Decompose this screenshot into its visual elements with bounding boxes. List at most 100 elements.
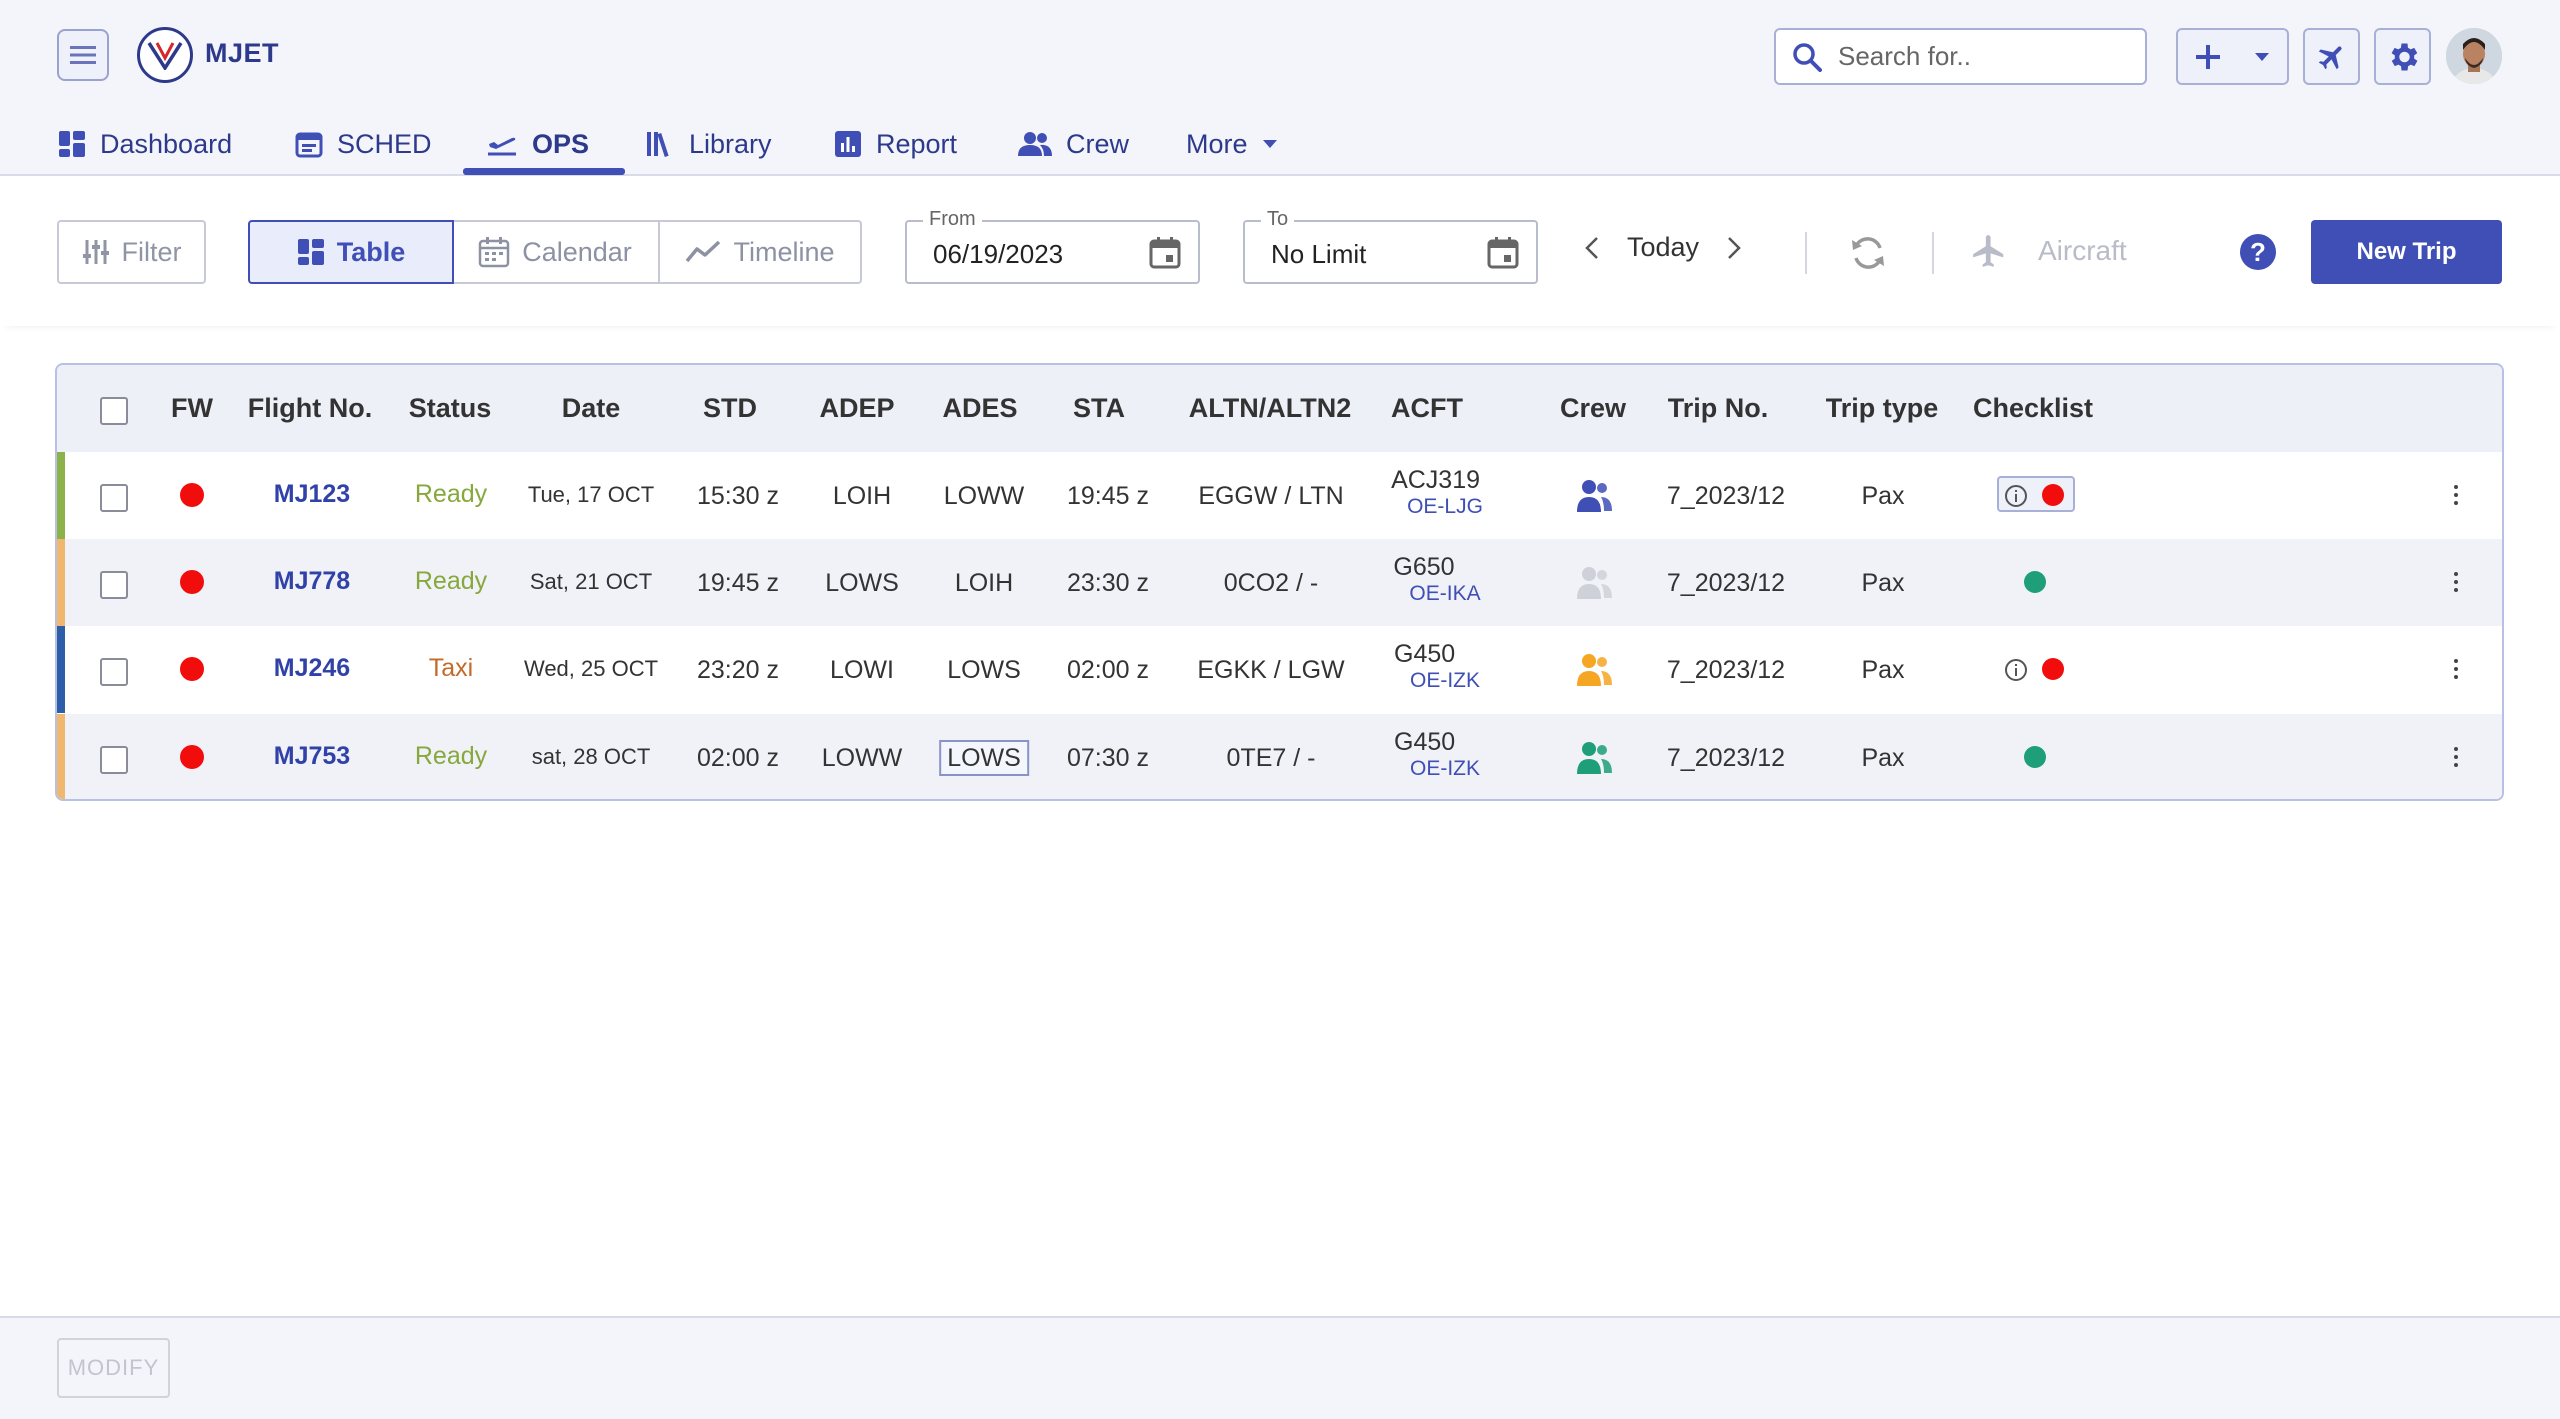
calendar-event-icon bbox=[1487, 237, 1519, 269]
flight-button[interactable] bbox=[2303, 28, 2360, 85]
flight-number-link[interactable]: MJ123 bbox=[274, 480, 350, 509]
view-calendar-button[interactable]: Calendar bbox=[452, 220, 660, 284]
trip-number[interactable]: 7_2023/12 bbox=[1667, 656, 1785, 685]
add-split-button[interactable] bbox=[2176, 28, 2289, 85]
table-row[interactable]: MJ246 Taxi Wed, 25 OCT 23:20 z LOWI LOWS… bbox=[57, 626, 2502, 713]
select-all-checkbox[interactable] bbox=[100, 397, 128, 425]
user-avatar[interactable] bbox=[2446, 28, 2502, 84]
col-trip-type[interactable]: Trip type bbox=[1826, 393, 1939, 424]
aircraft-button[interactable]: Aircraft bbox=[1970, 232, 2127, 270]
aircraft-registration[interactable]: OE-IZK bbox=[1410, 669, 1480, 693]
add-button[interactable] bbox=[2178, 43, 2237, 71]
col-ades[interactable]: ADES bbox=[942, 393, 1017, 424]
hamburger-icon bbox=[70, 46, 96, 64]
row-actions-icon[interactable] bbox=[2454, 747, 2458, 767]
toolbar-divider bbox=[1932, 232, 1934, 274]
new-trip-button[interactable]: New Trip bbox=[2311, 220, 2502, 284]
nav-more-label: More bbox=[1186, 128, 1248, 159]
table-row[interactable]: MJ123 Ready Tue, 17 OCT 15:30 z LOIH LOW… bbox=[57, 452, 2502, 539]
dashboard-icon bbox=[59, 131, 85, 157]
crew-icon[interactable] bbox=[1575, 740, 1613, 776]
checklist-alert-dot[interactable] bbox=[2042, 484, 2064, 506]
add-dropdown-button[interactable] bbox=[2237, 52, 2287, 62]
info-icon[interactable] bbox=[2004, 484, 2028, 508]
flight-number-link[interactable]: MJ246 bbox=[274, 654, 350, 683]
view-table-button[interactable]: Table bbox=[248, 220, 454, 284]
nav-library[interactable]: Library bbox=[645, 112, 772, 176]
table-row[interactable]: MJ753 Ready sat, 28 OCT 02:00 z LOWW LOW… bbox=[57, 714, 2502, 799]
nav-report[interactable]: Report bbox=[834, 112, 957, 176]
trip-number[interactable]: 7_2023/12 bbox=[1667, 482, 1785, 511]
flight-status: Taxi bbox=[428, 654, 474, 682]
aircraft-cell[interactable]: G450 OE-IZK bbox=[1394, 728, 1480, 781]
chevron-left-icon[interactable] bbox=[1585, 236, 1599, 260]
col-checklist[interactable]: Checklist bbox=[1973, 393, 2093, 424]
filter-button[interactable]: Filter bbox=[57, 220, 206, 284]
ades-value[interactable]: LOWS bbox=[939, 740, 1029, 776]
chevron-right-icon[interactable] bbox=[1727, 236, 1741, 260]
help-icon[interactable]: ? bbox=[2240, 234, 2276, 270]
col-trip[interactable]: Trip No. bbox=[1668, 393, 1769, 424]
nav-more[interactable]: More bbox=[1186, 112, 1278, 176]
to-date-label: To bbox=[1261, 208, 1295, 231]
col-flight[interactable]: Flight No. bbox=[248, 393, 372, 424]
to-date-field[interactable]: To No Limit bbox=[1243, 208, 1538, 284]
crew-icon bbox=[1018, 132, 1052, 156]
checklist-alert-dot[interactable] bbox=[2042, 658, 2064, 680]
nav-sched[interactable]: SCHED bbox=[295, 112, 432, 176]
hamburger-menu-button[interactable] bbox=[57, 29, 109, 81]
nav-dashboard-label: Dashboard bbox=[100, 128, 233, 159]
crew-icon[interactable] bbox=[1575, 565, 1613, 601]
calendar-icon bbox=[478, 237, 510, 268]
col-fw[interactable]: FW bbox=[171, 393, 213, 424]
aircraft-cell[interactable]: G650 OE-IKA bbox=[1393, 553, 1480, 606]
aircraft-registration[interactable]: OE-IZK bbox=[1410, 757, 1480, 781]
row-status-bar bbox=[57, 714, 65, 799]
report-icon bbox=[835, 131, 861, 157]
crew-icon[interactable] bbox=[1575, 478, 1613, 514]
today-button[interactable]: Today bbox=[1627, 232, 1699, 263]
flight-number-link[interactable]: MJ753 bbox=[274, 742, 350, 771]
settings-button[interactable] bbox=[2374, 28, 2431, 85]
aircraft-registration[interactable]: OE-LJG bbox=[1407, 495, 1483, 519]
col-date[interactable]: Date bbox=[562, 393, 621, 424]
altn-value: 0TE7 / - bbox=[1226, 744, 1316, 772]
fw-status-dot bbox=[180, 657, 204, 681]
col-std[interactable]: STD bbox=[703, 393, 757, 424]
view-timeline-button[interactable]: Timeline bbox=[658, 220, 862, 284]
search-input[interactable]: Search for.. bbox=[1774, 28, 2147, 85]
col-sta[interactable]: STA bbox=[1073, 393, 1125, 424]
modify-button[interactable]: MODIFY bbox=[57, 1338, 170, 1398]
from-date-label: From bbox=[923, 208, 982, 231]
row-actions-icon[interactable] bbox=[2454, 572, 2458, 592]
nav-dashboard[interactable]: Dashboard bbox=[58, 112, 232, 176]
row-checkbox[interactable] bbox=[100, 746, 128, 774]
trip-number[interactable]: 7_2023/12 bbox=[1667, 569, 1785, 598]
from-date-field[interactable]: From 06/19/2023 bbox=[905, 208, 1200, 284]
row-checkbox[interactable] bbox=[100, 658, 128, 686]
row-checkbox[interactable] bbox=[100, 484, 128, 512]
col-status[interactable]: Status bbox=[409, 393, 492, 424]
row-checkbox[interactable] bbox=[100, 571, 128, 599]
table-row[interactable]: MJ778 Ready Sat, 21 OCT 19:45 z LOWS LOI… bbox=[57, 539, 2502, 626]
flight-number-link[interactable]: MJ778 bbox=[274, 567, 350, 596]
checklist-complete-dot[interactable] bbox=[2024, 746, 2046, 768]
nav-ops[interactable]: OPS bbox=[486, 112, 589, 176]
nav-crew[interactable]: Crew bbox=[1018, 112, 1129, 176]
col-crew[interactable]: Crew bbox=[1560, 393, 1626, 424]
row-actions-icon[interactable] bbox=[2454, 659, 2458, 679]
row-actions-icon[interactable] bbox=[2454, 485, 2458, 505]
user-avatar-icon bbox=[2446, 28, 2502, 84]
crew-icon[interactable] bbox=[1575, 652, 1613, 688]
checklist-complete-dot[interactable] bbox=[2024, 571, 2046, 593]
trip-number[interactable]: 7_2023/12 bbox=[1667, 744, 1785, 773]
aircraft-cell[interactable]: ACJ319 OE-LJG bbox=[1391, 466, 1483, 519]
col-acft[interactable]: ACFT bbox=[1391, 393, 1463, 424]
info-icon[interactable] bbox=[2004, 658, 2028, 682]
aircraft-registration[interactable]: OE-IKA bbox=[1409, 582, 1480, 606]
col-altn[interactable]: ALTN/ALTN2 bbox=[1189, 393, 1351, 424]
refresh-icon[interactable] bbox=[1849, 234, 1887, 272]
aircraft-cell[interactable]: G450 OE-IZK bbox=[1394, 640, 1480, 693]
trip-type: Pax bbox=[1861, 744, 1905, 772]
col-adep[interactable]: ADEP bbox=[819, 393, 894, 424]
